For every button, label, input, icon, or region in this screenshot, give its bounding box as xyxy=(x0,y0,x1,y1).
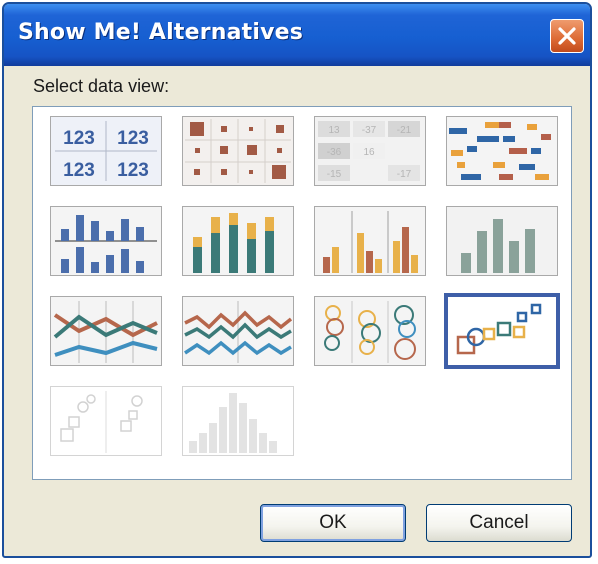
highlight-cell: 13 xyxy=(328,125,340,136)
lines-discrete-icon xyxy=(51,297,161,365)
side-by-side-columns-icon xyxy=(315,207,425,275)
highlight-cell: -36 xyxy=(327,147,342,158)
cancel-button[interactable]: Cancel xyxy=(426,504,572,542)
heat-map-icon xyxy=(183,117,293,185)
highlight-table-icon: 13 -37 -21 -36 16 -15 -17 xyxy=(315,117,425,185)
lines-continuous-icon xyxy=(183,297,293,365)
window-title: Show Me! Alternatives xyxy=(18,20,304,45)
select-data-view-label: Select data view: xyxy=(33,76,170,96)
side-by-side-columns-option[interactable] xyxy=(314,206,426,276)
scatter-plot-icon xyxy=(448,297,556,365)
text-table-cell: 123 xyxy=(63,160,95,181)
ok-button[interactable]: OK xyxy=(260,504,406,542)
heat-map-option[interactable] xyxy=(182,116,294,186)
scatter-plot-option[interactable] xyxy=(444,293,560,369)
text-table-icon: 123 123 123 123 xyxy=(51,117,161,185)
side-by-side-bars-option[interactable] xyxy=(50,206,162,276)
side-by-side-bars-icon xyxy=(51,207,161,275)
stacked-bars-icon xyxy=(183,207,293,275)
highlight-cell: 16 xyxy=(363,147,375,158)
highlight-cell: -21 xyxy=(397,125,412,136)
lines-continuous-option[interactable] xyxy=(182,296,294,366)
highlight-cell: -15 xyxy=(327,169,342,180)
dialog-window: Show Me! Alternatives Select data view: … xyxy=(2,2,592,558)
title-bar[interactable]: Show Me! Alternatives xyxy=(4,4,590,66)
highlight-cell: -17 xyxy=(397,169,412,180)
circle-views-icon xyxy=(315,297,425,365)
stacked-bars-option[interactable] xyxy=(182,206,294,276)
measure-bars-icon xyxy=(447,207,557,275)
histogram-option xyxy=(182,386,294,456)
data-view-list: 123 123 123 123 13 -37 -21 -36 16 -15 -1… xyxy=(32,106,572,480)
scatter-matrix-option xyxy=(50,386,162,456)
highlight-table-option[interactable]: 13 -37 -21 -36 16 -15 -17 xyxy=(314,116,426,186)
gantt-chart-icon xyxy=(447,117,557,185)
close-x-icon xyxy=(558,27,576,45)
text-table-cell: 123 xyxy=(117,160,149,181)
text-table-cell: 123 xyxy=(63,128,95,149)
scatter-matrix-icon xyxy=(60,391,143,453)
gantt-chart-option[interactable] xyxy=(446,116,558,186)
circle-views-option[interactable] xyxy=(314,296,426,366)
close-button[interactable] xyxy=(550,19,584,53)
measure-bars-option[interactable] xyxy=(446,206,558,276)
histogram-icon xyxy=(189,393,277,453)
text-table-cell: 123 xyxy=(117,128,149,149)
highlight-cell: -37 xyxy=(362,125,377,136)
lines-discrete-option[interactable] xyxy=(50,296,162,366)
text-table-option[interactable]: 123 123 123 123 xyxy=(50,116,162,186)
